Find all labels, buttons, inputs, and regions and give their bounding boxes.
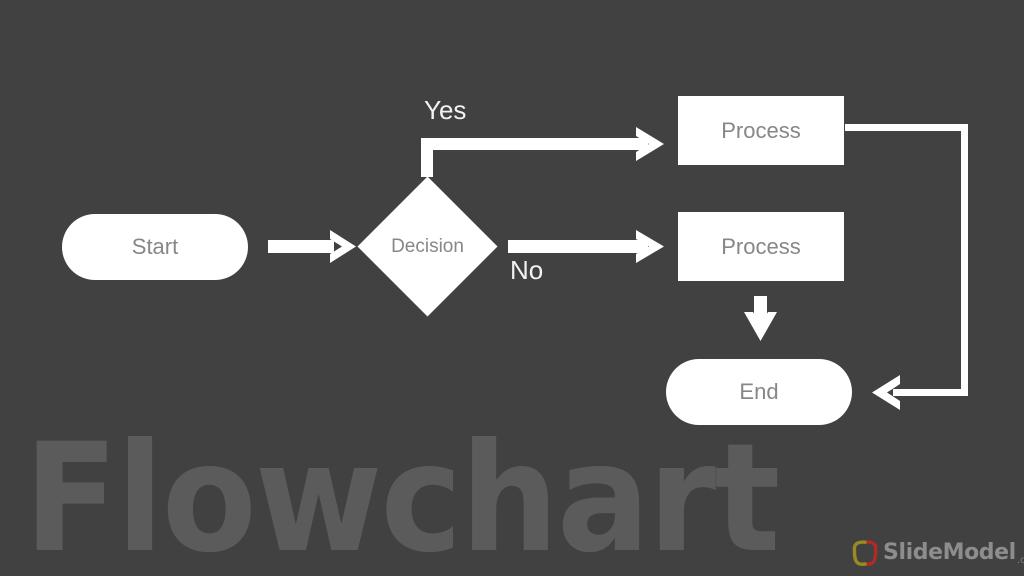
node-decision-label: Decision [391,235,464,257]
node-process-1[interactable]: Process [678,96,844,165]
node-end[interactable]: End [666,359,852,425]
node-process-1-label: Process [721,117,801,143]
slidemodel-logo-icon [852,540,878,566]
slidemodel-logo-tld: .com [1016,555,1024,566]
node-start-label: Start [131,234,179,259]
node-process-2[interactable]: Process [678,212,844,281]
node-decision[interactable]: Decision [357,176,498,317]
connector-layer [268,124,968,410]
slidemodel-logo: SlideModel .com [852,537,1024,569]
node-process-2-label: Process [721,233,801,259]
slide-canvas: Flowchart Yes No Start Decision Process … [0,0,1024,576]
slidemodel-logo-word: SlideModel [883,540,1016,565]
edge-process1-to-end-return [845,124,968,410]
edge-start-to-decision [268,230,356,263]
edge-decision-to-process1 [421,127,664,177]
node-end-label: End [739,379,779,404]
node-start[interactable]: Start [62,214,248,280]
edge-label-yes: Yes [424,95,467,125]
edge-label-no: No [510,255,544,285]
edge-process2-to-end [744,296,777,341]
